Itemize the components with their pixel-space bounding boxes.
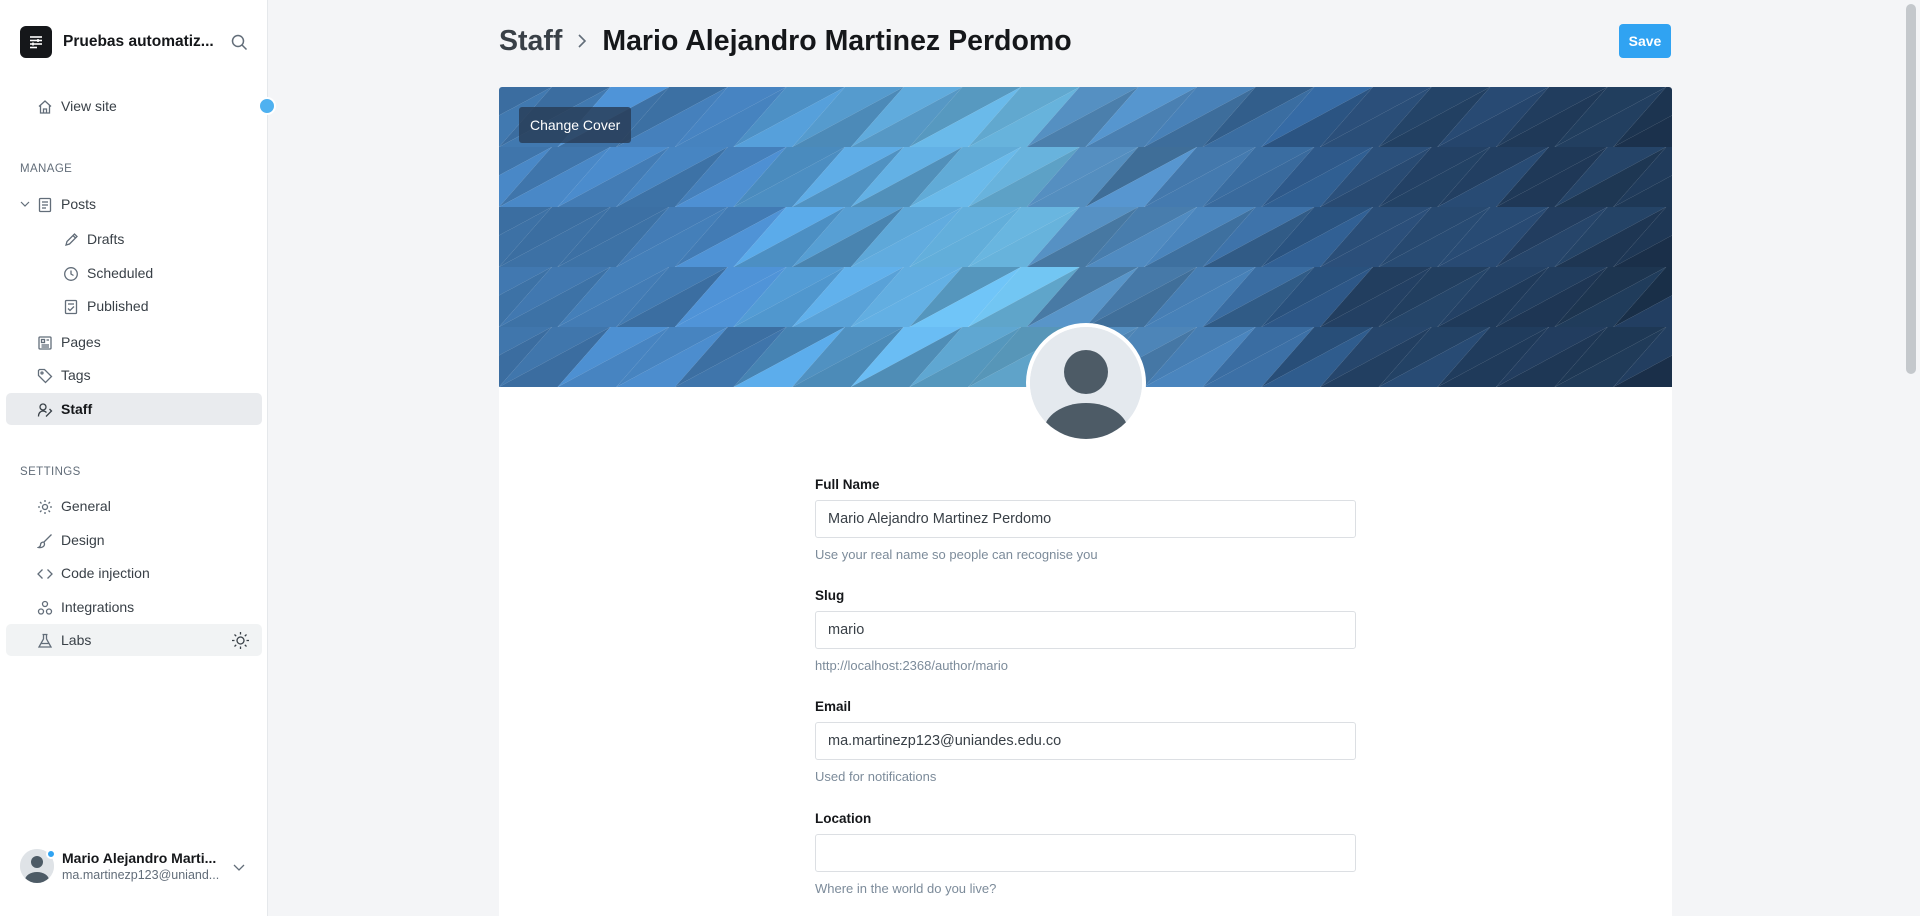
nav-drafts[interactable]: Drafts <box>6 223 262 255</box>
slug-field: Slug http://localhost:2368/author/mario <box>815 588 1356 673</box>
nav-posts-label: Posts <box>61 196 97 212</box>
email-field: Email Used for notifications <box>815 699 1356 784</box>
flask-icon <box>36 632 53 649</box>
sun-icon[interactable] <box>231 631 250 650</box>
integrations-icon <box>36 599 53 616</box>
email-label: Email <box>815 699 852 714</box>
code-icon <box>36 565 53 582</box>
full-name-label: Full Name <box>815 477 880 492</box>
user-email: ma.martinezp123@uniand... <box>62 868 220 882</box>
tag-icon <box>36 367 53 384</box>
location-label: Location <box>815 811 872 826</box>
nav-integrations[interactable]: Integrations <box>6 591 262 623</box>
location-field: Location Where in the world do you live? <box>815 811 1356 896</box>
slug-label: Slug <box>815 588 845 603</box>
settings-section-label: SETTINGS <box>20 466 81 478</box>
nav-scheduled-label: Scheduled <box>87 265 154 281</box>
nav-view-site-label: View site <box>61 98 117 114</box>
user-status-badge <box>46 849 56 859</box>
nav-published[interactable]: Published <box>6 290 262 322</box>
site-brand[interactable]: Pruebas automatiz... <box>20 26 214 58</box>
full-name-field: Full Name Use your real name so people c… <box>815 477 1356 562</box>
change-cover-button[interactable]: Change Cover <box>519 107 632 143</box>
nav-general[interactable]: General <box>6 490 262 522</box>
clock-icon <box>62 265 79 282</box>
posts-icon <box>36 196 53 213</box>
staff-icon <box>36 401 53 418</box>
slug-input[interactable] <box>815 611 1356 649</box>
nav-drafts-label: Drafts <box>87 231 125 247</box>
nav-tags[interactable]: Tags <box>6 359 262 391</box>
location-hint: Where in the world do you live? <box>815 881 997 896</box>
sidebar: Pruebas automatiz... View site MANAGE Po… <box>0 0 276 916</box>
chevron-down-icon[interactable] <box>20 199 30 209</box>
published-icon <box>62 298 79 315</box>
nav-view-site[interactable]: View site <box>6 90 262 122</box>
brush-icon <box>36 532 53 549</box>
gear-icon <box>36 498 53 515</box>
search-icon[interactable] <box>228 31 250 53</box>
pages-icon <box>36 334 53 351</box>
home-icon <box>36 98 53 115</box>
profile-card: Change Cover Full Name Use your real nam… <box>499 87 1672 916</box>
save-button[interactable]: Save <box>1619 24 1671 58</box>
nav-tags-label: Tags <box>61 367 91 383</box>
scrollbar-thumb[interactable] <box>1906 4 1916 374</box>
nav-labs-label: Labs <box>61 632 92 648</box>
nav-pages-label: Pages <box>61 334 101 350</box>
site-logo <box>20 26 52 58</box>
user-name: Mario Alejandro Marti... <box>62 850 217 866</box>
nav-scheduled[interactable]: Scheduled <box>6 257 262 289</box>
nav-integrations-label: Integrations <box>61 599 135 615</box>
site-title: Pruebas automatiz... <box>63 33 214 50</box>
pencil-icon <box>62 231 79 248</box>
profile-avatar[interactable] <box>1026 323 1146 443</box>
nav-code-injection-label: Code injection <box>61 565 150 581</box>
slug-url-hint: http://localhost:2368/author/mario <box>815 658 1008 673</box>
nav-published-label: Published <box>87 298 149 314</box>
location-input[interactable] <box>815 834 1356 872</box>
breadcrumb: Staff Mario Alejandro Martinez Perdomo <box>499 21 1072 61</box>
chevron-right-icon <box>570 29 594 53</box>
nav-posts[interactable]: Posts <box>6 188 262 220</box>
email-hint: Used for notifications <box>815 769 937 784</box>
nav-general-label: General <box>61 498 111 514</box>
nav-staff-label: Staff <box>61 401 93 417</box>
chevron-down-icon[interactable] <box>232 860 246 874</box>
full-name-input[interactable] <box>815 500 1356 538</box>
page-title: Mario Alejandro Martinez Perdomo <box>602 24 1072 57</box>
nav-labs[interactable]: Labs <box>6 624 262 656</box>
notification-dot[interactable] <box>258 97 276 115</box>
full-name-hint: Use your real name so people can recogni… <box>815 547 1098 562</box>
manage-section-label: MANAGE <box>20 163 73 175</box>
user-menu[interactable]: Mario Alejandro Marti... ma.martinezp123… <box>20 846 260 886</box>
nav-pages[interactable]: Pages <box>6 326 262 358</box>
breadcrumb-staff-link[interactable]: Staff <box>499 25 562 58</box>
nav-staff[interactable]: Staff <box>6 393 262 425</box>
nav-design-label: Design <box>61 532 105 548</box>
nav-code-injection[interactable]: Code injection <box>6 557 262 589</box>
nav-design[interactable]: Design <box>6 524 262 556</box>
email-input[interactable] <box>815 722 1356 760</box>
